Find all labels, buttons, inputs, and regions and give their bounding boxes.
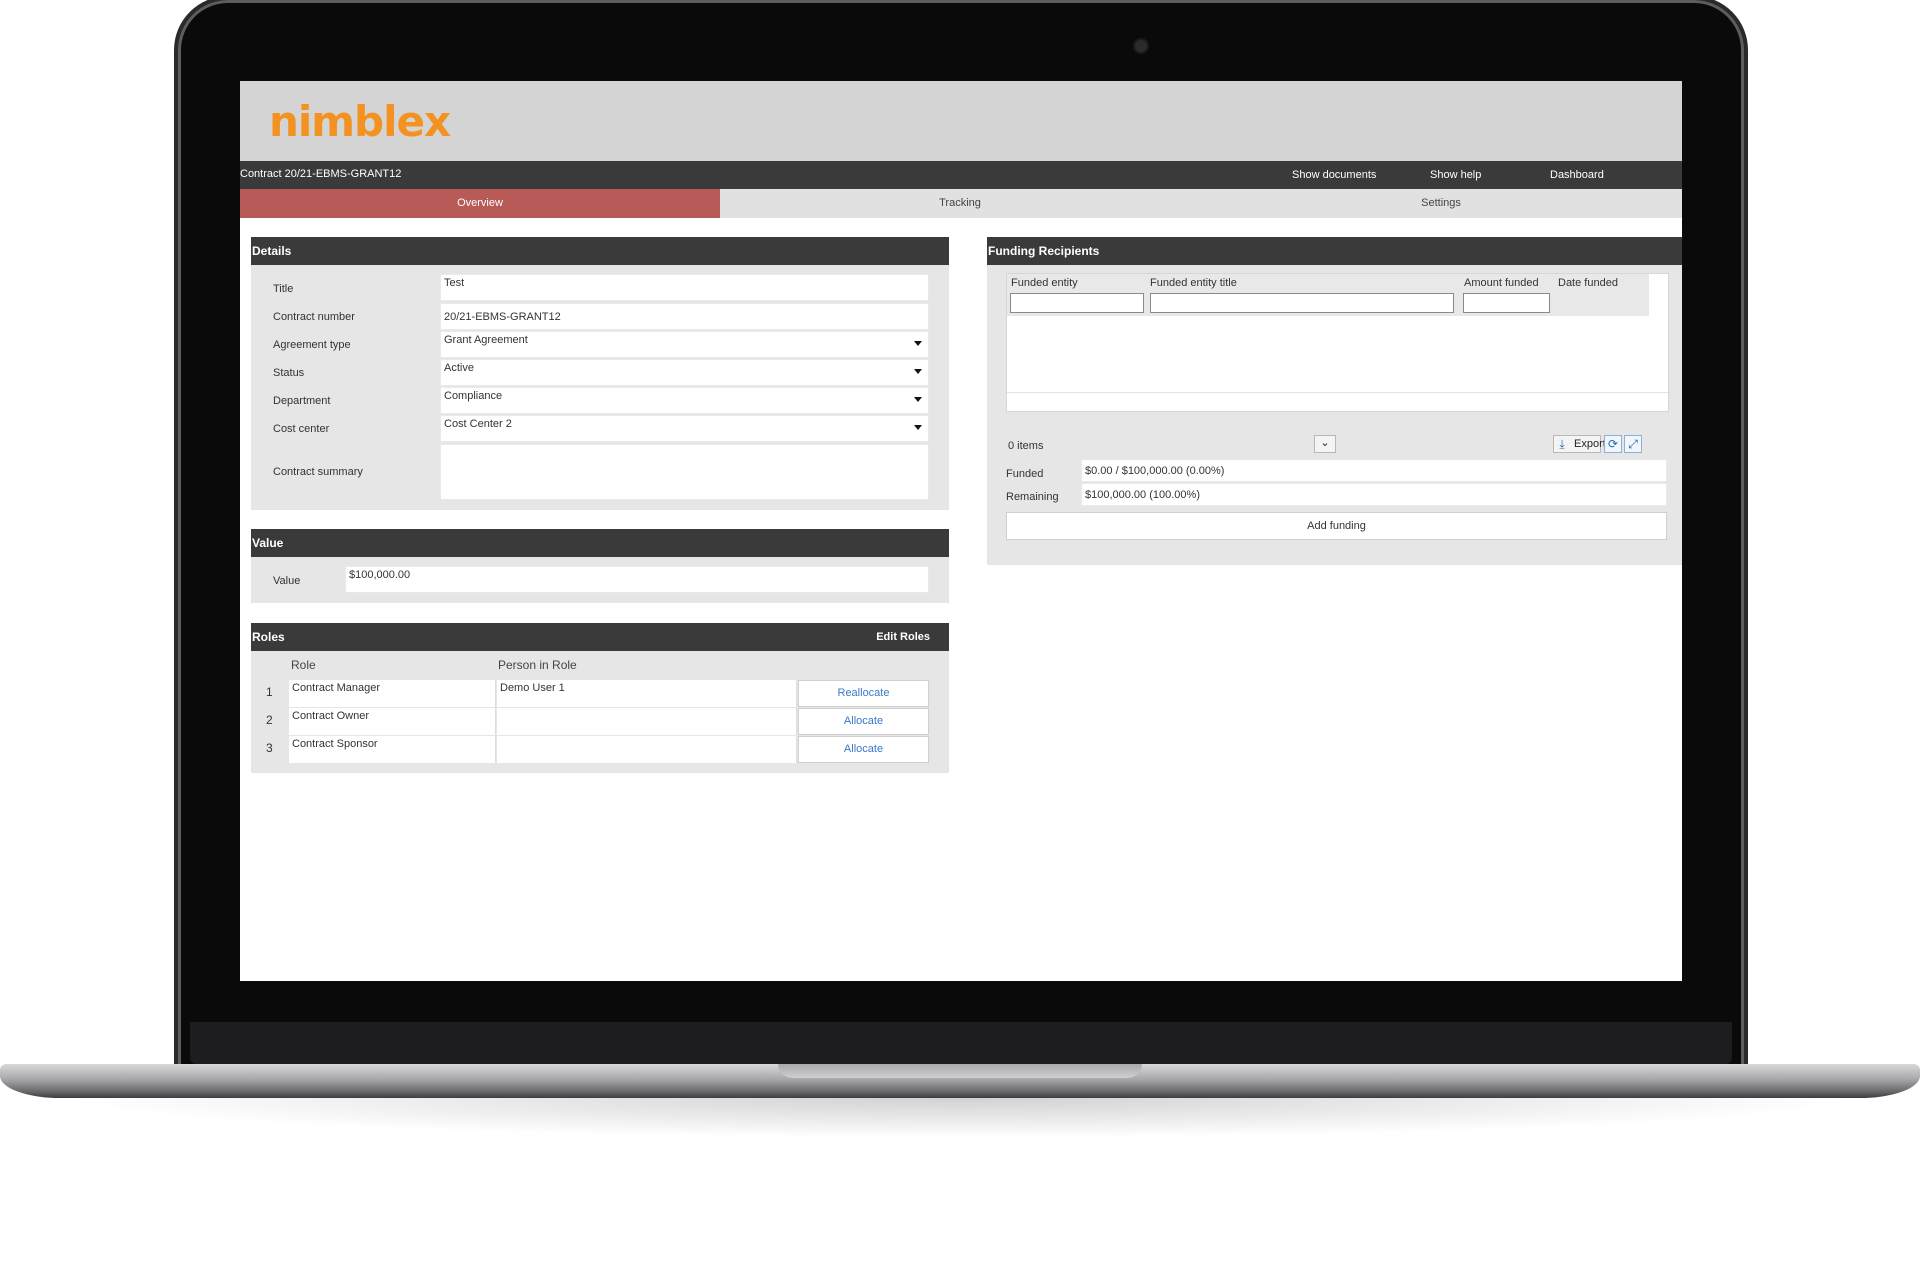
row-number: 1 [266,685,273,699]
laptop-chin [190,1022,1732,1064]
funded-entity-title-header[interactable]: Funded entity title [1150,277,1237,289]
chevron-down-icon: ⌄ [1320,437,1330,449]
details-panel: Details Title Test Contract number 20/21… [251,237,949,510]
value-panel: Value Value $100,000.00 [251,529,949,603]
camera-icon [1133,38,1149,54]
amount-funded-header[interactable]: Amount funded [1464,277,1539,289]
tab-settings[interactable]: Settings [1200,189,1682,218]
items-count: 0 items [1008,440,1044,452]
laptop-notch [778,1064,1142,1078]
tab-tracking[interactable]: Tracking [720,189,1200,218]
row-number: 3 [266,741,273,755]
app-screen: nimblex Contract 20/21-EBMS-GRANT12 Show… [240,81,1682,981]
person-cell: Demo User 1 [497,680,797,707]
remaining-value: $100,000.00 (100.00%) [1081,483,1667,506]
department-value: Compliance [444,390,503,402]
show-help-link[interactable]: Show help [1430,169,1481,181]
page-title: Contract 20/21-EBMS-GRANT12 [240,168,402,180]
contract-summary-textarea[interactable] [440,444,929,500]
date-funded-header[interactable]: Date funded [1558,277,1618,289]
funded-value: $0.00 / $100,000.00 (0.00%) [1081,459,1667,482]
funded-entity-header[interactable]: Funded entity [1011,277,1078,289]
export-label: Export [1574,438,1606,450]
cost-center-select[interactable]: Cost Center 2 [440,415,929,442]
role-cell: Contract Manager [289,680,496,707]
roles-heading: Roles Edit Roles [251,623,949,651]
chevron-down-icon [914,425,922,430]
cost-center-label: Cost center [273,423,330,435]
chevron-down-icon [914,341,922,346]
value-label: Value [273,575,301,587]
department-label: Department [273,395,331,407]
role-cell: Contract Owner [289,708,496,735]
role-column-header: Role [291,658,316,672]
row-number: 2 [266,713,273,727]
fullscreen-icon[interactable]: ⤢ [1624,435,1642,453]
cost-center-value: Cost Center 2 [444,418,512,430]
app-header: nimblex [240,81,1682,161]
contract-number-field[interactable]: 20/21-EBMS-GRANT12 [440,303,929,330]
status-value: Active [444,362,474,374]
amount-funded-filter[interactable] [1463,293,1550,313]
refresh-icon[interactable]: ⟳ [1604,435,1622,453]
funding-grid: Funded entity Funded entity title Amount… [1006,273,1669,412]
laptop-shadow [60,1098,1860,1138]
person-column-header: Person in Role [498,658,577,672]
value-heading: Value [251,529,949,557]
status-label: Status [273,367,305,379]
contract-summary-label: Contract summary [273,466,363,478]
chevron-down-icon [914,397,922,402]
export-icon: ⤓ [1559,437,1565,451]
allocate-button[interactable]: Allocate [798,736,929,763]
funding-heading: Funding Recipients [987,237,1682,265]
details-heading: Details [251,237,949,265]
person-cell [497,736,797,763]
title-field[interactable]: Test [440,274,929,301]
person-cell [497,708,797,735]
funded-entity-title-filter[interactable] [1150,293,1454,313]
funded-entity-filter[interactable] [1010,293,1144,313]
grid-divider [1007,392,1668,393]
agreement-type-label: Agreement type [273,339,351,351]
dashboard-link[interactable]: Dashboard [1550,169,1604,181]
department-select[interactable]: Compliance [440,387,929,414]
funding-recipients-panel: Funding Recipients Funded entity Funded … [987,237,1682,565]
tab-bar: Overview Tracking Settings [240,189,1682,218]
role-cell: Contract Sponsor [289,736,496,763]
navbar: Contract 20/21-EBMS-GRANT12 Show documen… [240,161,1682,189]
export-button[interactable]: ⤓ Export [1553,435,1606,453]
roles-panel: Roles Edit Roles Role Person in Role 1 C… [251,623,949,773]
nimblex-logo[interactable]: nimblex [269,97,451,146]
add-funding-button[interactable]: Add funding [1006,512,1667,540]
show-documents-link[interactable]: Show documents [1292,169,1376,181]
chevron-down-icon [914,369,922,374]
title-label: Title [273,283,294,295]
allocate-button[interactable]: Allocate [798,708,929,735]
status-select[interactable]: Active [440,359,929,386]
agreement-type-value: Grant Agreement [444,334,528,346]
remaining-label: Remaining [1006,491,1059,503]
roles-title: Roles [252,630,285,644]
funded-label: Funded [1006,468,1044,480]
edit-roles-link[interactable]: Edit Roles [876,623,930,651]
value-field[interactable]: $100,000.00 [345,566,929,593]
agreement-type-select[interactable]: Grant Agreement [440,331,929,358]
page-size-dropdown[interactable]: ⌄ [1314,435,1336,453]
reallocate-button[interactable]: Reallocate [798,680,929,707]
contract-number-label: Contract number [273,311,355,323]
tab-overview[interactable]: Overview [240,189,720,218]
